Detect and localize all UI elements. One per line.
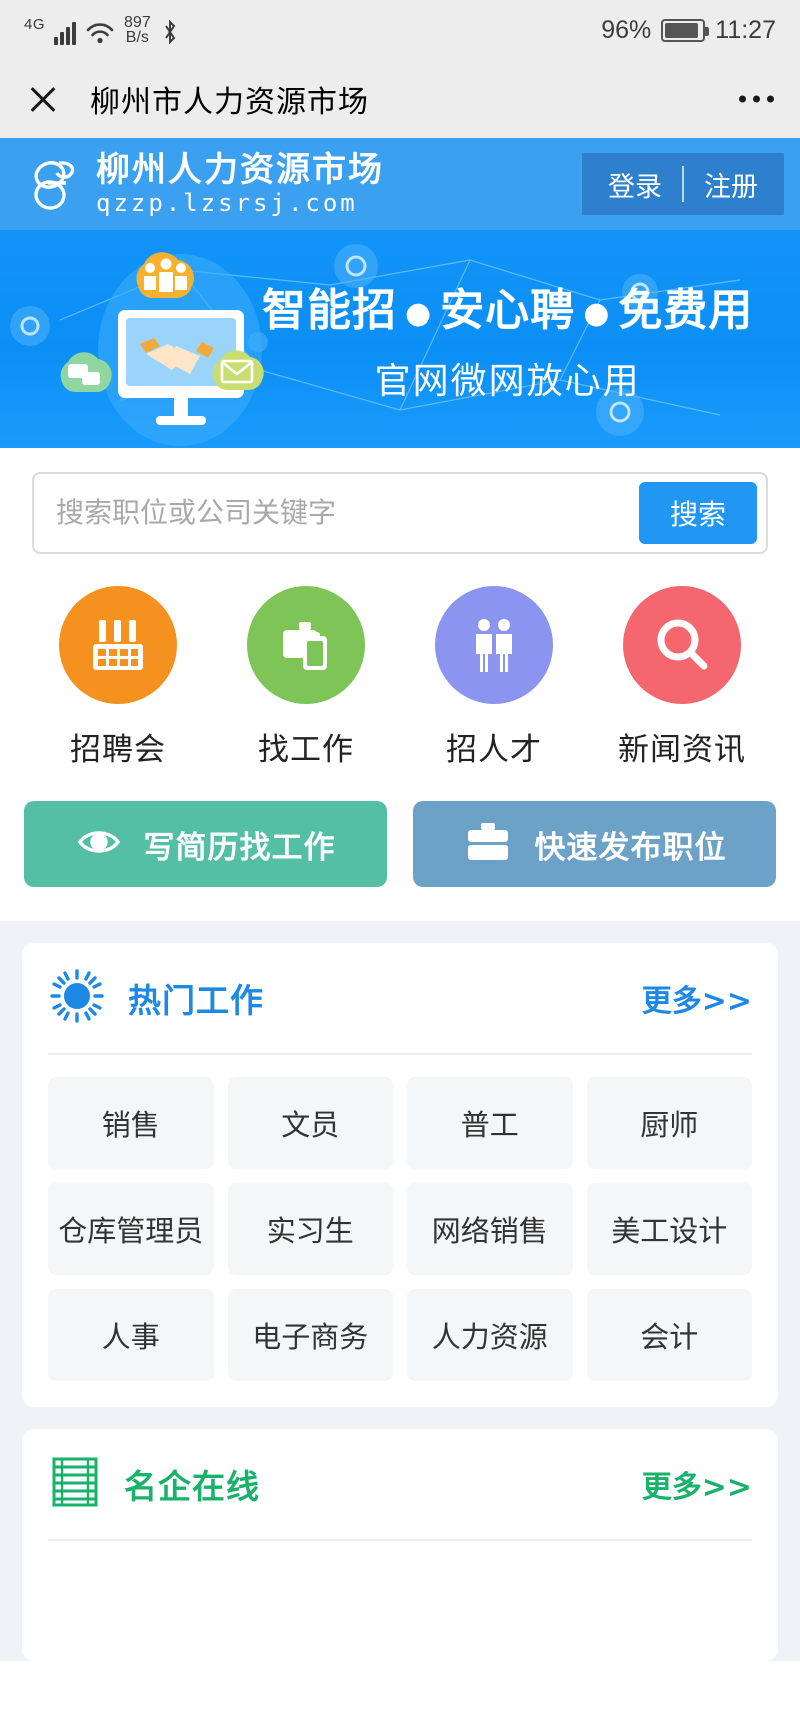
signal-bars-icon [54,19,77,45]
job-fair-booth-icon [59,586,177,704]
hot-job-tag[interactable]: 人力资源 [407,1289,573,1381]
page-title: 柳州市人力资源市场 [90,86,369,119]
promo-banner[interactable]: 智能招 ● 安心聘 ● 免费用 官网微网放心用 [0,230,800,448]
famous-firms-title: 名企在线 [124,1467,260,1506]
login-button[interactable]: 登录 [588,165,682,204]
bluetooth-icon [160,19,180,45]
quick-nav: 招聘会 找工作 招人才 新闻资讯 [0,554,800,769]
banner-headline: 智能招 ● 安心聘 ● 免费用 [262,274,753,338]
content-area: 热门工作 更多>> 销售 文员 普工 厨师 仓库管理员 实习生 网络销售 美工设… [0,921,800,1661]
banner-text: 智能招 ● 安心聘 ● 免费用 官网微网放心用 [262,274,753,404]
magnifier-icon [623,586,741,704]
app-screen: 4G 897 B/s 96% 11:27 柳州市人力资源市场 柳州人力资源市场 … [0,0,800,1733]
hot-job-tag[interactable]: 销售 [48,1077,214,1169]
hot-jobs-header: 热门工作 更多>> [48,943,752,1053]
hot-job-tag[interactable]: 美工设计 [586,1183,752,1275]
wifi-icon [85,19,115,45]
action-buttons: 写简历找工作 快速发布职位 [0,769,800,921]
hot-job-tag[interactable]: 电子商务 [227,1289,393,1381]
brand-url: qzzp.lzsrsj.com [96,189,358,217]
search-button[interactable]: 搜索 [639,482,757,544]
search-section: 搜索 [0,448,800,554]
hot-jobs-title: 热门工作 [128,981,264,1020]
clock-label: 11:27 [715,15,776,44]
auth-buttons: 登录 注册 [582,153,784,215]
search-input[interactable] [56,497,639,529]
banner-separator-icon: ● [583,295,611,331]
network-type-label: 4G [24,16,46,33]
quick-nav-label: 招人才 [446,732,542,767]
two-people-icon [435,586,553,704]
hot-jobs-more-link[interactable]: 更多>> [642,976,752,1020]
site-header: 柳州人力资源市场 qzzp.lzsrsj.com 登录 注册 [0,138,800,230]
battery-percent-label: 96% [601,15,652,44]
brand-name: 柳州人力资源市场 [96,150,384,190]
famous-firms-card: 名企在线 更多>> [22,1429,778,1661]
status-bar-right: 96% 11:27 [601,16,776,45]
eye-icon [76,819,122,870]
quick-nav-item-job-fair[interactable]: 招聘会 [24,586,212,769]
hot-job-tag[interactable]: 仓库管理员 [48,1183,214,1275]
hot-job-tag[interactable]: 厨师 [586,1077,752,1169]
hot-job-tag[interactable]: 网络销售 [407,1183,573,1275]
write-resume-label: 写简历找工作 [143,829,336,866]
building-list-icon [48,1454,102,1515]
data-speed-unit: B/s [125,29,149,46]
banner-headline-part-1: 智能招 [262,285,397,336]
status-bar: 4G 897 B/s 96% 11:27 [0,0,800,60]
data-speed-indicator: 897 B/s [124,14,151,46]
quick-nav-label: 找工作 [258,732,354,767]
quick-nav-label: 招聘会 [70,732,166,767]
banner-subline: 官网微网放心用 [374,361,641,402]
famous-firms-body [48,1541,752,1661]
briefcase-icon [463,819,513,870]
battery-icon [661,18,710,42]
quick-nav-label: 新闻资讯 [618,732,746,767]
sun-icon [48,967,106,1030]
data-speed-value: 897 [124,14,151,31]
hot-job-tag[interactable]: 会计 [586,1289,752,1381]
hot-job-tag[interactable]: 文员 [227,1077,393,1169]
hot-job-tag[interactable]: 实习生 [227,1183,393,1275]
banner-headline-part-2: 安心聘 [440,285,576,336]
banner-headline-part-3: 免费用 [618,285,754,336]
close-icon[interactable] [26,82,60,116]
banner-separator-icon: ● [405,295,433,331]
hot-jobs-tags: 销售 文员 普工 厨师 仓库管理员 实习生 网络销售 美工设计 人事 电子商务 … [48,1055,752,1407]
quick-nav-item-recruit[interactable]: 招人才 [400,586,588,769]
briefcase-resume-icon [247,586,365,704]
status-bar-left: 4G 897 B/s [24,14,180,46]
post-job-button[interactable]: 快速发布职位 [413,801,776,887]
post-job-label: 快速发布职位 [534,829,727,866]
register-button[interactable]: 注册 [684,165,778,204]
hot-job-tag[interactable]: 人事 [48,1289,214,1381]
quick-nav-item-find-job[interactable]: 找工作 [212,586,400,769]
more-options-icon[interactable] [739,95,774,103]
write-resume-button[interactable]: 写简历找工作 [24,801,387,887]
famous-firms-header: 名企在线 更多>> [48,1429,752,1539]
site-logo-icon [26,153,82,215]
hot-job-tag[interactable]: 普工 [407,1077,573,1169]
famous-firms-more-link[interactable]: 更多>> [642,1462,752,1506]
browser-nav-bar: 柳州市人力资源市场 [0,60,800,138]
quick-nav-item-news[interactable]: 新闻资讯 [588,586,776,769]
site-brand: 柳州人力资源市场 qzzp.lzsrsj.com [96,151,384,217]
search-box: 搜索 [32,472,768,554]
hot-jobs-card: 热门工作 更多>> 销售 文员 普工 厨师 仓库管理员 实习生 网络销售 美工设… [22,943,778,1407]
